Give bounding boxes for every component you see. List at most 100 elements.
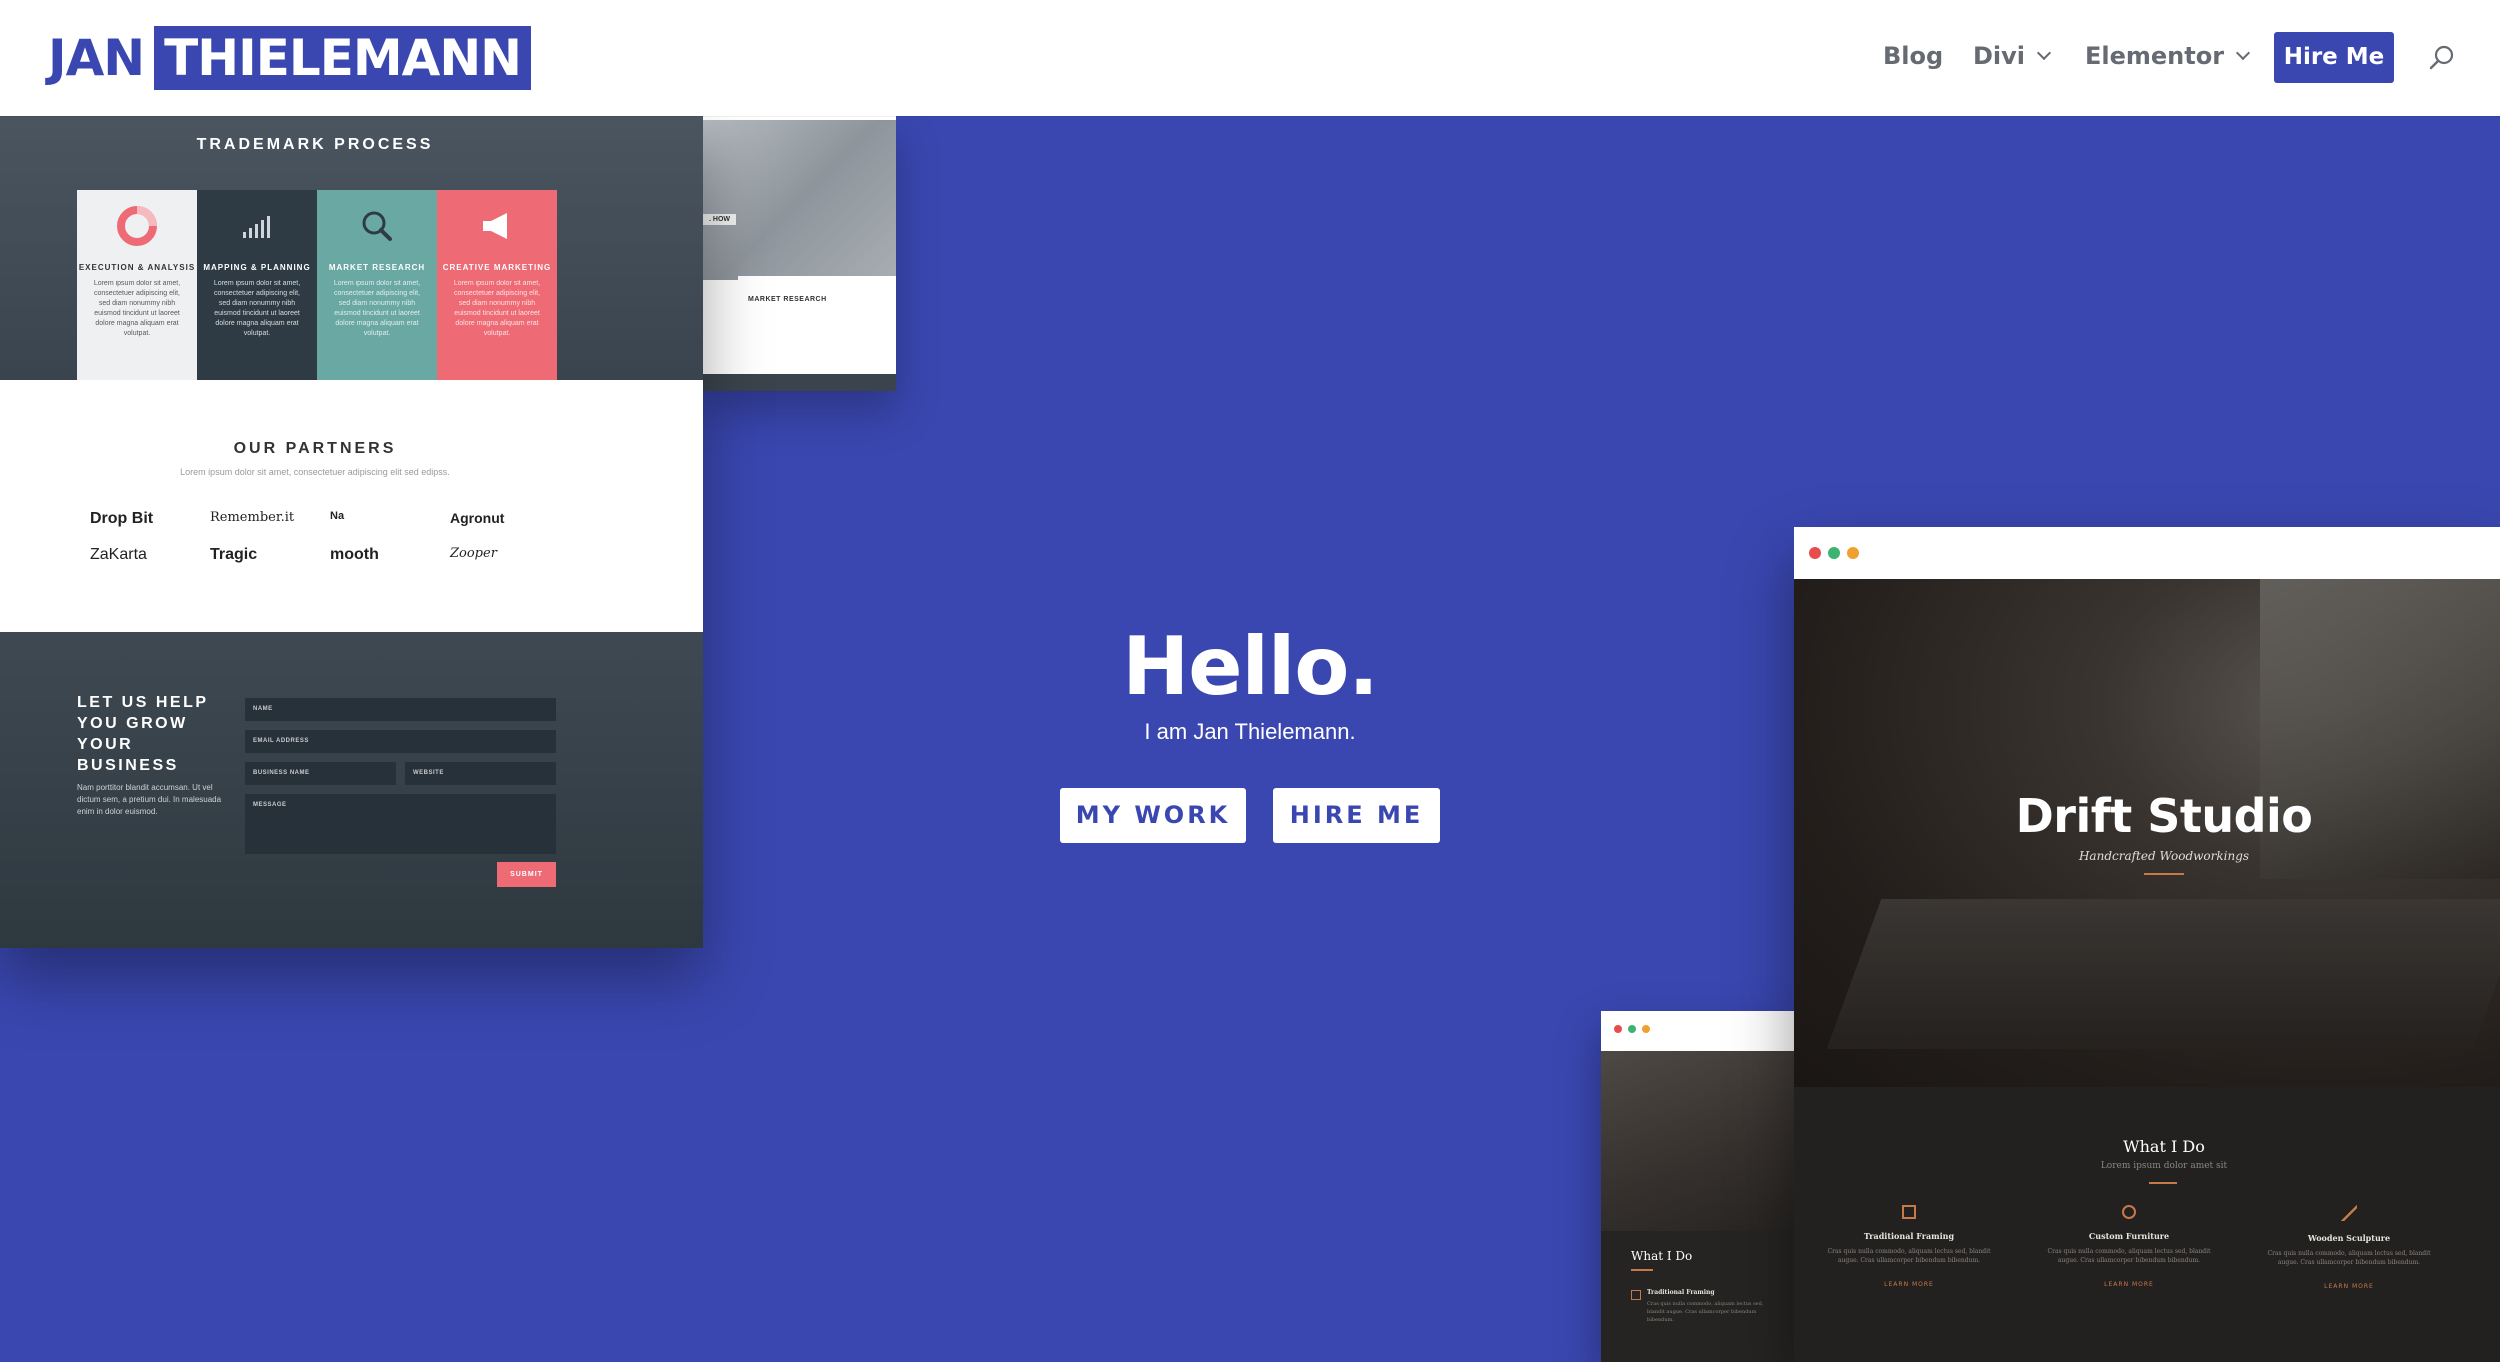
item-title: Traditional Framing — [1647, 1289, 1715, 1296]
nav-blog-label: Blog — [1883, 42, 1944, 70]
card-text: Lorem ipsum dolor sit amet, consectetuer… — [333, 280, 421, 337]
hero-title: Hello. — [1122, 620, 1378, 713]
service-column: Custom Furniture Cras quis nulla commodo… — [2024, 1205, 2234, 1290]
chevron-down-icon — [2036, 45, 2052, 61]
partner-logos: Drop Bit Remember.it Na Agronut ZaKarta … — [90, 510, 570, 566]
trademark-cards: EXECUTION & ANALYSIS Lorem ipsum dolor s… — [77, 190, 557, 380]
my-work-button[interactable]: MY WORK — [1060, 788, 1246, 843]
mockup-how-label: . HOW — [703, 214, 736, 225]
portfolio-mockup-left: TRADEMARK PROCESS EXECUTION & ANALYSIS L… — [0, 116, 703, 948]
contact-text: Nam porttitor blandit accumsan. Ut vel d… — [77, 783, 222, 816]
squiggle-divider — [2144, 871, 2184, 875]
email-field[interactable]: EMAIL ADDRESS — [245, 730, 556, 753]
service-title: Custom Furniture — [2088, 1231, 2170, 1241]
service-column: Traditional Framing Cras quis nulla comm… — [1804, 1205, 2014, 1290]
close-dot-icon — [1809, 547, 1821, 559]
minimize-dot-icon — [1847, 547, 1859, 559]
service-text: Cras quis nulla commodo, aliquam lectus … — [2047, 1248, 2211, 1264]
service-title: Wooden Sculpture — [2307, 1233, 2391, 1243]
drift-studio-title: Drift Studio — [2015, 789, 2313, 843]
market-research-title: MARKET RESEARCH — [748, 296, 827, 303]
what-i-do-title: What I Do — [2123, 1137, 2205, 1156]
mockup-photo — [703, 120, 896, 280]
circle-icon — [2122, 1205, 2136, 1219]
partners-title: OUR PARTNERS — [233, 440, 397, 457]
hero: Hello. I am Jan Thielemann. MY WORK HIRE… — [1000, 620, 1500, 843]
learn-more-link[interactable]: LEARN MORE — [2244, 1283, 2454, 1290]
service-column: Wooden Sculpture Cras quis nulla commodo… — [2244, 1205, 2454, 1290]
browser-bar — [1794, 527, 2500, 579]
squiggle-divider — [2149, 1181, 2177, 1184]
square-icon — [1631, 1290, 1641, 1300]
partner-logo: Drop Bit — [90, 510, 154, 527]
hire-me-nav-button[interactable]: Hire Me — [2274, 32, 2394, 83]
nav-elementor[interactable]: Elementor — [2085, 42, 2251, 70]
donut-chart-icon — [117, 206, 157, 246]
triangle-icon — [2341, 1205, 2357, 1221]
card-title: MAPPING & PLANNING — [203, 263, 311, 272]
trademark-section: TRADEMARK PROCESS EXECUTION & ANALYSIS L… — [0, 116, 703, 380]
partner-logo: Agronut — [450, 510, 505, 526]
contact-title: LET US HELP YOU GROW YOUR BUSINESS — [77, 694, 209, 774]
maximize-dot-icon — [1828, 547, 1840, 559]
trademark-card: CREATIVE MARKETING Lorem ipsum dolor sit… — [437, 190, 557, 380]
bar-chart-icon — [243, 216, 270, 238]
card-title: CREATIVE MARKETING — [442, 263, 552, 272]
minimize-dot-icon — [1642, 1025, 1650, 1033]
site-logo[interactable]: JAN THIELEMANN — [48, 26, 532, 90]
service-columns: Traditional Framing Cras quis nulla comm… — [1794, 1205, 2500, 1290]
partner-logo: Remember.it — [210, 510, 295, 525]
logo-first-name: JAN — [48, 29, 145, 87]
trademark-title: TRADEMARK PROCESS — [196, 136, 434, 153]
what-i-do-title: What I Do — [1631, 1249, 1693, 1263]
service-text: Cras quis nulla commodo, aliquam lectus … — [1827, 1248, 1991, 1264]
partner-logo: Tragic — [210, 546, 258, 563]
partner-logo: Zooper — [450, 546, 497, 561]
item-text: Cras quis nulla commodo, aliquam lectus … — [1647, 1301, 1764, 1323]
drift-studio-hero: Drift Studio Handcrafted Woodworkings — [1794, 579, 2500, 1087]
portfolio-mockup-top: . HOW MARKET RESEARCH — [703, 116, 896, 391]
portfolio-mockup-drift-studio: Drift Studio Handcrafted Woodworkings Wh… — [1794, 527, 2500, 1362]
partners-subtitle: Lorem ipsum dolor sit amet, consectetuer… — [180, 467, 450, 477]
chevron-down-icon — [2236, 45, 2251, 61]
magnifier-icon — [362, 211, 392, 241]
nav-divi-label: Divi — [1973, 42, 2026, 70]
name-field[interactable]: NAME — [245, 698, 556, 721]
site-header: JAN THIELEMANN Blog Divi Elementor Hire … — [0, 0, 2500, 116]
card-text: Lorem ipsum dolor sit amet, consectetuer… — [453, 280, 541, 337]
mockup-photo — [1601, 1051, 1794, 1231]
mockup-bottom-strip — [703, 374, 896, 391]
divider — [1631, 1269, 1653, 1271]
what-i-do-subtitle: Lorem ipsum dolor amet sit — [2100, 1161, 2228, 1171]
service-title: Traditional Framing — [1863, 1231, 1955, 1241]
trademark-card: MAPPING & PLANNING Lorem ipsum dolor sit… — [197, 190, 317, 380]
business-name-field[interactable]: BUSINESS NAME — [245, 762, 396, 785]
market-research-card: MARKET RESEARCH — [738, 276, 896, 371]
hero-buttons: MY WORK HIRE ME — [1060, 788, 1440, 843]
hire-me-button[interactable]: HIRE ME — [1273, 788, 1440, 843]
what-i-do-section: What I Do Lorem ipsum dolor amet sit Tra… — [1794, 1087, 2500, 1362]
search-icon[interactable] — [2428, 44, 2456, 72]
megaphone-icon — [483, 213, 507, 239]
portfolio-mockup-small: What I Do Traditional Framing Cras quis … — [1601, 1011, 1794, 1362]
square-icon — [1902, 1205, 1916, 1219]
learn-more-link[interactable]: LEARN MORE — [1804, 1281, 2014, 1288]
nav-blog[interactable]: Blog — [1883, 42, 1943, 70]
learn-more-link[interactable]: LEARN MORE — [2024, 1281, 2234, 1288]
trademark-card: EXECUTION & ANALYSIS Lorem ipsum dolor s… — [77, 190, 197, 380]
card-title: EXECUTION & ANALYSIS — [78, 263, 196, 272]
partner-logo: ZaKarta — [90, 546, 147, 563]
service-text: Cras quis nulla commodo, aliquam lectus … — [2267, 1250, 2431, 1266]
workbench-image — [1826, 899, 2500, 1049]
message-field[interactable]: MESSAGE — [245, 794, 556, 854]
card-text: Lorem ipsum dolor sit amet, consectetuer… — [93, 280, 181, 337]
submit-button[interactable]: SUBMIT — [497, 862, 556, 887]
contact-section: LET US HELP YOU GROW YOUR BUSINESS Nam p… — [0, 632, 703, 948]
maximize-dot-icon — [1628, 1025, 1636, 1033]
drift-studio-subtitle: Handcrafted Woodworkings — [2078, 849, 2250, 863]
partner-logo: Na — [330, 510, 345, 522]
nav-divi[interactable]: Divi — [1973, 42, 2052, 70]
hero-subtitle: I am Jan Thielemann. — [1144, 719, 1356, 744]
logo-last-name: THIELEMANN — [154, 26, 532, 90]
website-field[interactable]: WEBSITE — [405, 762, 556, 785]
